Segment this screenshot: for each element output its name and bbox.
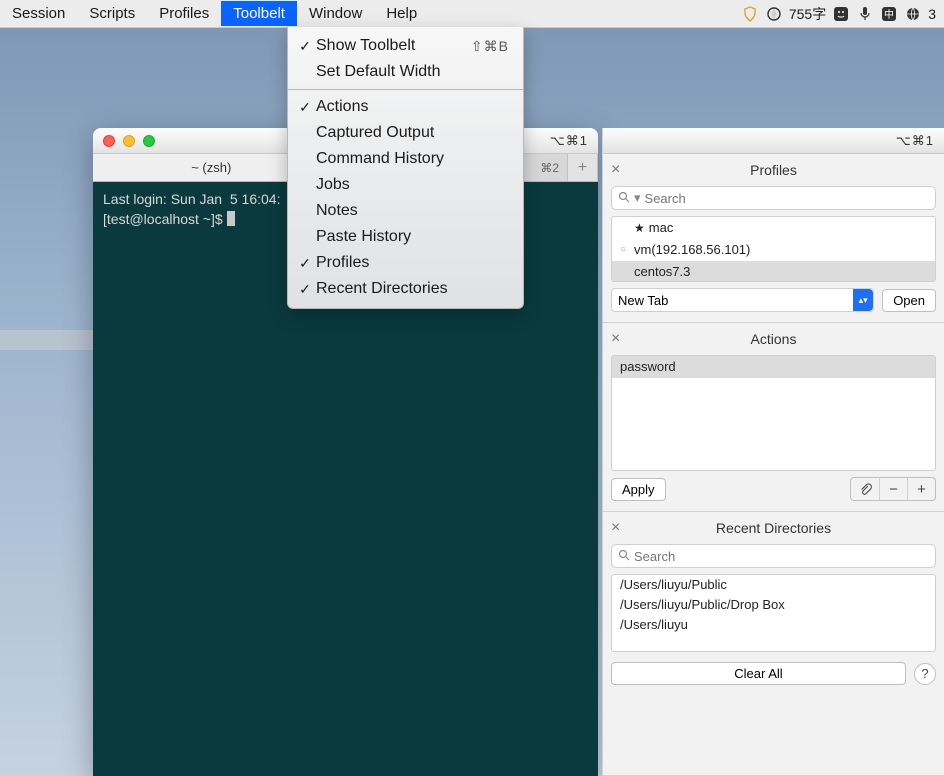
smile-icon[interactable] xyxy=(832,5,850,23)
system-tray: 755字 中 3 xyxy=(741,4,944,24)
open-mode-select[interactable]: New Tab ▴▾ xyxy=(611,288,874,312)
recent-list: /Users/liuyu/Public /Users/liuyu/Public/… xyxy=(611,574,936,652)
action-toolbar: − + xyxy=(850,477,936,501)
menu-captured-output[interactable]: Captured Output xyxy=(288,120,523,146)
check-icon: ✓ xyxy=(294,281,316,298)
action-item[interactable]: password xyxy=(612,356,935,378)
menu-show-toolbelt[interactable]: ✓ Show Toolbelt ⇧⌘B xyxy=(288,33,523,59)
tray-count: 3 xyxy=(928,6,936,22)
open-button[interactable]: Open xyxy=(882,289,936,312)
profiles-list: ★ mac ○ vm(192.168.56.101) centos7.3 xyxy=(611,216,936,282)
recent-dir-item[interactable]: /Users/liuyu/Public xyxy=(612,575,935,595)
close-icon[interactable]: × xyxy=(611,161,629,179)
recent-search[interactable] xyxy=(611,544,936,568)
profiles-search[interactable]: ▾ xyxy=(611,186,936,210)
toolbelt-panel: ⌥⌘1 × Profiles ▾ ★ mac ○ vm(192.168.56.1… xyxy=(602,128,944,776)
profiles-search-input[interactable] xyxy=(645,191,929,206)
menu-scripts[interactable]: Scripts xyxy=(77,1,147,26)
close-icon[interactable]: × xyxy=(611,330,629,348)
profile-item[interactable]: ★ mac xyxy=(612,217,935,239)
recent-title: Recent Directories xyxy=(716,520,831,536)
circle-icon[interactable] xyxy=(765,5,783,23)
tab-label: ~ (zsh) xyxy=(191,160,231,175)
check-icon: ✓ xyxy=(294,38,316,55)
menu-profiles-item[interactable]: ✓ Profiles xyxy=(288,250,523,276)
close-icon[interactable]: × xyxy=(611,519,629,537)
recent-dir-item[interactable]: /Users/liuyu xyxy=(612,615,935,635)
menubar: Session Scripts Profiles Toolbelt Window… xyxy=(0,0,944,28)
help-button[interactable]: ? xyxy=(914,663,936,685)
window-shortcut: ⌥⌘1 xyxy=(550,133,588,149)
clear-all-button[interactable]: Clear All xyxy=(611,662,906,685)
recent-directories-section: × Recent Directories /Users/liuyu/Public… xyxy=(603,512,944,776)
menu-window[interactable]: Window xyxy=(297,1,374,26)
toolbelt-shortcut: ⌥⌘1 xyxy=(896,133,934,149)
toolbelt-dropdown: ✓ Show Toolbelt ⇧⌘B Set Default Width ✓ … xyxy=(287,27,524,309)
menu-profiles[interactable]: Profiles xyxy=(147,1,221,26)
desktop-background xyxy=(0,330,93,350)
mic-icon[interactable] xyxy=(856,5,874,23)
profiles-section: × Profiles ▾ ★ mac ○ vm(192.168.56.101) … xyxy=(603,154,944,323)
attach-icon[interactable] xyxy=(851,478,879,500)
svg-text:中: 中 xyxy=(884,8,894,21)
menu-actions[interactable]: ✓ Actions xyxy=(288,94,523,120)
toolbelt-header: ⌥⌘1 xyxy=(603,128,944,154)
apply-button[interactable]: Apply xyxy=(611,478,666,501)
check-icon: ✓ xyxy=(294,255,316,272)
star-icon: ★ xyxy=(634,221,645,235)
input-method-icon[interactable]: 中 xyxy=(880,5,898,23)
recent-dir-item[interactable]: /Users/liuyu/Public/Drop Box xyxy=(612,595,935,615)
search-icon xyxy=(618,191,630,206)
menu-session[interactable]: Session xyxy=(0,1,77,26)
menu-jobs[interactable]: Jobs xyxy=(288,172,523,198)
menu-notes[interactable]: Notes xyxy=(288,198,523,224)
globe-icon[interactable] xyxy=(904,5,922,23)
window-close-button[interactable] xyxy=(103,135,115,147)
menu-recent-directories[interactable]: ✓ Recent Directories xyxy=(288,276,523,302)
profiles-title: Profiles xyxy=(750,162,797,178)
tab-shortcut: ⌘2 xyxy=(540,161,559,175)
remove-button[interactable]: − xyxy=(879,478,907,500)
tray-text[interactable]: 755字 xyxy=(789,4,826,24)
actions-list: password xyxy=(611,355,936,471)
add-tab-button[interactable]: + xyxy=(568,154,598,181)
menu-help[interactable]: Help xyxy=(374,1,429,26)
profile-item[interactable]: ○ vm(192.168.56.101) xyxy=(612,239,935,261)
menu-toolbelt[interactable]: Toolbelt xyxy=(221,1,297,26)
check-icon: ✓ xyxy=(294,99,316,116)
profile-item[interactable]: centos7.3 xyxy=(612,261,935,282)
actions-title: Actions xyxy=(751,331,797,347)
window-minimize-button[interactable] xyxy=(123,135,135,147)
chevron-down-icon[interactable]: ▾ xyxy=(634,190,641,206)
window-maximize-button[interactable] xyxy=(143,135,155,147)
actions-section: × Actions password Apply − + xyxy=(603,323,944,512)
menu-set-default-width[interactable]: Set Default Width xyxy=(288,59,523,85)
search-icon xyxy=(618,549,630,564)
bullet-icon: ○ xyxy=(620,244,630,255)
shield-icon[interactable] xyxy=(741,5,759,23)
menu-separator xyxy=(288,89,523,90)
add-button[interactable]: + xyxy=(907,478,935,500)
recent-search-input[interactable] xyxy=(634,549,929,564)
menu-paste-history[interactable]: Paste History xyxy=(288,224,523,250)
cursor xyxy=(227,211,235,226)
select-arrows-icon: ▴▾ xyxy=(853,289,873,311)
menu-command-history[interactable]: Command History xyxy=(288,146,523,172)
